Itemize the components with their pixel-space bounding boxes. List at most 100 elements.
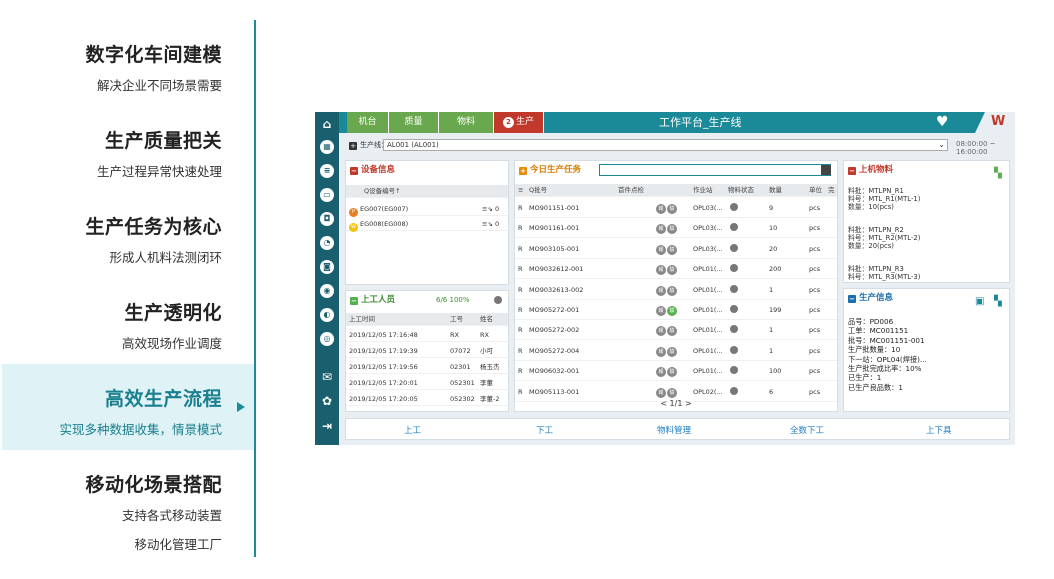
machine-icon[interactable]: ◘: [320, 212, 334, 226]
task-actions: 報驗: [656, 240, 678, 259]
check-icon[interactable]: 驗: [667, 326, 677, 337]
check-icon[interactable]: 驗: [667, 306, 677, 316]
filter-icon[interactable]: ≡: [518, 184, 523, 197]
grid-icon[interactable]: ▦: [320, 140, 334, 154]
grid-view-icon[interactable]: ▚: [994, 293, 1002, 311]
end-work-button[interactable]: 下工: [536, 424, 553, 436]
table-row[interactable]: R MO905272-004 報驗 OPL01(... 1 pcs: [515, 342, 837, 361]
menu-item-efficient-flow[interactable]: 高效生产流程 实现多种数据收集，情景模式: [2, 364, 254, 450]
gear-icon[interactable]: ✿: [320, 394, 334, 408]
col-material-status[interactable]: 物料状态: [728, 184, 754, 197]
material-manage-button[interactable]: 物料管理: [657, 424, 691, 436]
table-row[interactable]: R MO9032612-001 報驗 OPL01(... 200 pcs: [515, 260, 837, 280]
monitor-icon[interactable]: ▭: [320, 188, 334, 202]
material-group[interactable]: 料批：MTLPN_R3 料号：MTL_R3(MTL-3): [848, 265, 920, 281]
heart-icon[interactable]: ♥: [936, 115, 949, 129]
chevron-down-icon: ⌄: [938, 140, 945, 149]
tasks-search-input[interactable]: [599, 164, 831, 176]
task-station: OPL01(...: [693, 367, 723, 376]
menu-item-mobile[interactable]: 移动化场景搭配 支持各式移动装置 移动化管理工厂: [0, 470, 254, 553]
table-row[interactable]: R MO905272-001 報驗 OPL01(... 199 pcs: [515, 301, 837, 320]
qr-code-icon[interactable]: [821, 165, 831, 175]
table-row[interactable]: R MO903105-001 報驗 OPL03(... 20 pcs: [515, 240, 837, 259]
minus-icon[interactable]: −: [848, 295, 856, 303]
report-icon[interactable]: 報: [656, 265, 666, 276]
all-end-work-button[interactable]: 全数下工: [790, 424, 824, 436]
plus-icon: +: [349, 142, 357, 150]
check-icon[interactable]: 驗: [667, 204, 677, 214]
menu-item-quality[interactable]: 生产质量把关 生产过程异常快速处理: [0, 126, 254, 180]
material-group[interactable]: 料批：MTLPN_R2 料号：MTL_R2(MTL-2) 数量：20(pcs): [848, 226, 920, 250]
table-row[interactable]: 2019/12/05 17:19:56 02301 杨玉杰: [346, 361, 508, 374]
table-row[interactable]: R MO901151-001 報驗 OPL03(... 9 pcs: [515, 199, 837, 218]
table-row[interactable]: R MO905272-002 報驗 OPL01(... 1 pcs: [515, 321, 837, 341]
home-icon[interactable]: ⌂: [320, 117, 334, 131]
check-icon[interactable]: 驗: [667, 224, 677, 235]
col-qty[interactable]: 数量: [769, 184, 782, 197]
menu-item-task-core[interactable]: 生产任务为核心 形成人机料法测闭环: [0, 212, 254, 266]
col-unit[interactable]: 单位: [809, 184, 822, 197]
table-row[interactable]: R MO906032-001 報驗 OPL01(... 100 pcs: [515, 362, 837, 382]
check-icon[interactable]: 驗: [667, 387, 677, 398]
list-icon[interactable]: ≡: [320, 164, 334, 178]
logout-icon[interactable]: ⇥: [320, 419, 334, 433]
task-qty: 20: [769, 244, 778, 253]
report-icon[interactable]: 報: [656, 346, 666, 357]
col-id[interactable]: 工号: [450, 313, 463, 326]
col-done[interactable]: 完: [828, 184, 835, 197]
table-row[interactable]: R MO901161-001 報驗 OPL03(... 10 pcs: [515, 219, 837, 239]
report-icon[interactable]: 報: [656, 285, 666, 296]
tab-material[interactable]: 物料: [439, 112, 494, 133]
tab-production[interactable]: 2 生产: [494, 112, 544, 133]
report-icon[interactable]: 報: [656, 244, 666, 255]
tooling-button[interactable]: 上下具: [926, 424, 952, 436]
col-first-check[interactable]: 首件点检: [618, 184, 644, 197]
col-time[interactable]: 上工时间: [349, 313, 375, 326]
search-icon[interactable]: ◎: [320, 332, 334, 346]
worker-time: 2019/12/05 17:20:05: [349, 395, 418, 403]
menu-item-modeling[interactable]: 数字化车间建模 解决企业不同场景需要: [0, 40, 254, 94]
check-icon[interactable]: 驗: [667, 285, 677, 296]
chat-icon[interactable]: ▣: [975, 293, 984, 311]
check-icon[interactable]: 驗: [667, 244, 677, 255]
minus-icon[interactable]: −: [350, 297, 358, 305]
table-row[interactable]: W EG008(EG008) ≡⇘ 0: [346, 218, 508, 232]
chart-icon[interactable]: ◙: [320, 260, 334, 274]
col-batch[interactable]: Q批号: [529, 184, 547, 197]
table-row[interactable]: 2019/12/05 17:20:01 052301 李董: [346, 377, 508, 390]
table-row[interactable]: 2019/12/05 17:16:48 RX RX: [346, 329, 508, 342]
tab-quality[interactable]: 质量: [389, 112, 439, 133]
globe-icon[interactable]: ◐: [320, 308, 334, 322]
table-row[interactable]: R MO9032613-002 報驗 OPL01(... 1 pcs: [515, 281, 837, 300]
workers-header: 上工时间 工号 姓名: [346, 313, 508, 326]
table-row[interactable]: P EG007(EG007) ≡⇘ 0: [346, 203, 508, 217]
report-icon[interactable]: ◉: [320, 284, 334, 298]
check-icon[interactable]: 驗: [667, 265, 677, 276]
col-station[interactable]: 作业站: [693, 184, 713, 197]
gauge-icon[interactable]: ◔: [320, 236, 334, 250]
minus-icon[interactable]: −: [848, 167, 856, 175]
report-icon[interactable]: 報: [656, 326, 666, 337]
report-icon[interactable]: 報: [656, 387, 666, 398]
equipment-col[interactable]: Q设备编号↑: [364, 185, 401, 198]
report-icon[interactable]: 報: [656, 367, 666, 378]
menu-item-transparency[interactable]: 生产透明化 高效现场作业调度: [0, 298, 254, 352]
tab-machine[interactable]: 机台: [347, 112, 389, 133]
table-row[interactable]: 2019/12/05 17:20:05 052302 李董-2: [346, 393, 508, 406]
check-icon[interactable]: 驗: [667, 346, 677, 357]
plus-icon[interactable]: +: [519, 167, 527, 175]
pagination[interactable]: < 1/1 >: [515, 399, 837, 408]
col-name[interactable]: 姓名: [480, 313, 493, 326]
start-work-button[interactable]: 上工: [404, 424, 421, 436]
line-select[interactable]: AL001 (AL001) ⌄: [383, 139, 948, 151]
grid-view-icon[interactable]: ▚: [994, 165, 1002, 183]
check-icon[interactable]: 驗: [667, 367, 677, 378]
minus-icon[interactable]: −: [350, 167, 358, 175]
material-group[interactable]: 料批：MTLPN_R1 料号：MTL_R1(MTL-1) 数量：10(pcs): [848, 187, 920, 211]
report-icon[interactable]: 報: [656, 204, 666, 214]
worker-id: 052302: [450, 395, 475, 403]
table-row[interactable]: 2019/12/05 17:19:39 07072 小可: [346, 345, 508, 358]
mail-icon[interactable]: ✉: [320, 370, 334, 384]
report-icon[interactable]: 報: [656, 224, 666, 235]
report-icon[interactable]: 報: [656, 306, 666, 316]
